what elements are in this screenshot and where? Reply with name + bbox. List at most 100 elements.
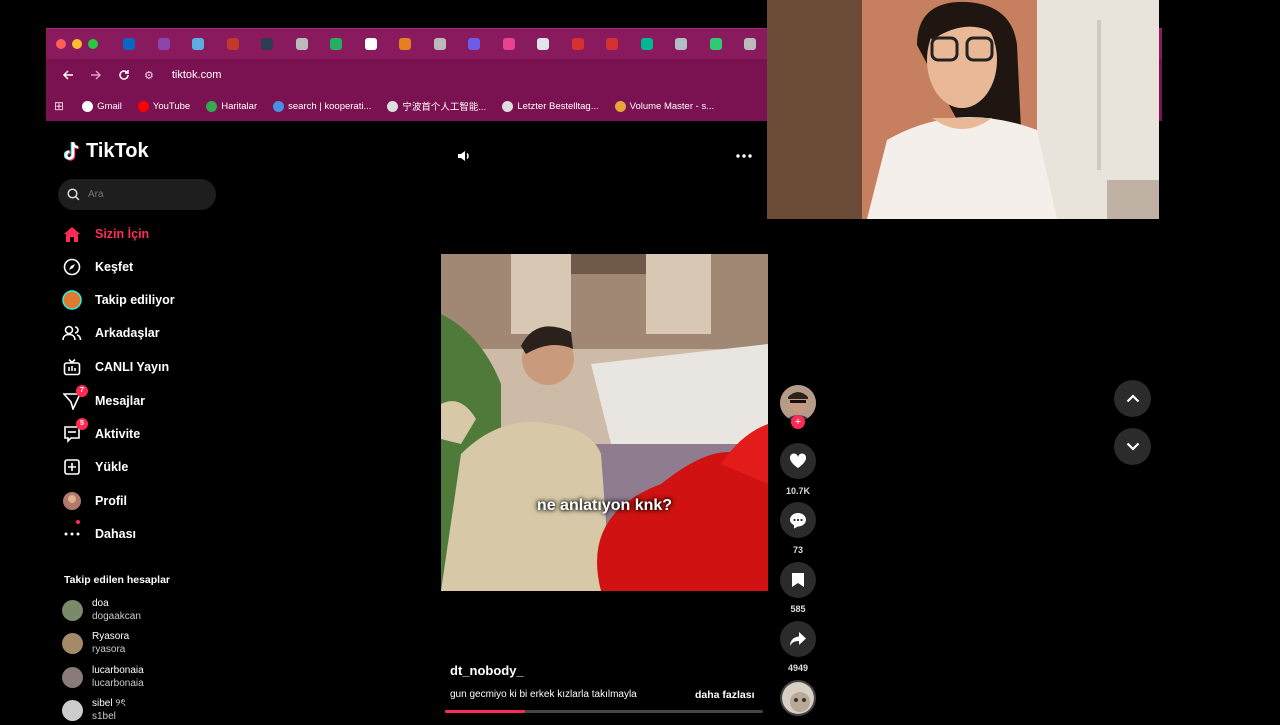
tab-favicon-icon	[537, 38, 550, 50]
bookmark-item[interactable]: 宁波首个人工智能...	[387, 99, 486, 113]
tab-favicon-icon	[606, 38, 619, 50]
browser-tab[interactable]	[388, 29, 423, 59]
sidebar-item-3[interactable]: Takip ediliyor	[62, 285, 222, 315]
maximize-window-button[interactable]	[88, 39, 98, 49]
site-info-icon[interactable]: ⚙	[144, 69, 154, 82]
music-disc[interactable]	[780, 680, 816, 716]
video-author[interactable]: dt_nobody_	[450, 663, 524, 678]
bookmark-item[interactable]: Haritalar	[206, 99, 257, 113]
sidebar-item-10[interactable]: Dahası	[62, 519, 222, 549]
like-button[interactable]	[780, 443, 816, 479]
minimize-window-button[interactable]	[72, 39, 82, 49]
following-account[interactable]: Ryasora ryasora	[62, 628, 222, 658]
browser-tab[interactable]	[285, 29, 320, 59]
comment-button[interactable]	[780, 502, 816, 538]
browser-tab[interactable]	[181, 29, 216, 59]
browser-tab[interactable]	[664, 29, 699, 59]
browser-tab[interactable]	[595, 29, 630, 59]
tab-favicon-icon	[640, 38, 653, 50]
browser-tab[interactable]	[354, 29, 389, 59]
browser-tab[interactable]	[630, 29, 665, 59]
follow-plus-button[interactable]: +	[791, 415, 805, 429]
tab-favicon-icon	[571, 38, 584, 50]
bookmark-item[interactable]: Gmail	[82, 99, 122, 113]
bookmark-item[interactable]: Volume Master - s...	[614, 99, 714, 113]
bookmark-label: Letzter Bestelltag...	[517, 100, 599, 112]
tab-favicon-icon	[123, 38, 136, 50]
reload-button[interactable]	[110, 61, 138, 89]
sidebar-item-label: Mesajlar	[95, 394, 146, 408]
sidebar-item-label: Sizin İçin	[95, 227, 150, 241]
tab-favicon-icon	[502, 38, 515, 50]
url-text[interactable]: tiktok.com	[172, 69, 222, 81]
browser-tab[interactable]	[423, 29, 458, 59]
browser-tab[interactable]	[561, 29, 596, 59]
home-icon	[62, 224, 82, 244]
tab-favicon-icon	[226, 38, 239, 50]
account-avatar	[62, 666, 83, 688]
share-button[interactable]	[780, 621, 816, 657]
back-button[interactable]	[54, 61, 82, 89]
sound-avatar-image	[782, 682, 814, 714]
sidebar-item-label: Arkadaşlar	[95, 326, 160, 340]
apps-grid-icon[interactable]: ⊞	[54, 99, 64, 113]
share-count: 4949	[787, 663, 809, 673]
browser-tab[interactable]	[526, 29, 561, 59]
save-button[interactable]	[780, 562, 816, 598]
more-icon	[62, 520, 82, 544]
activity-icon: 5	[62, 418, 88, 444]
webcam-overlay	[767, 0, 1159, 219]
sidebar-item-6[interactable]: 7 Mesajlar	[62, 385, 222, 416]
bookmark-item[interactable]: search | kooperati...	[273, 99, 371, 113]
bookmark-label: Haritalar	[221, 100, 258, 112]
comment-count: 73	[792, 545, 803, 555]
browser-tab[interactable]	[733, 29, 768, 59]
ellipsis-icon	[736, 154, 752, 158]
share-arrow-icon	[790, 632, 806, 646]
search-input[interactable]	[88, 189, 198, 200]
tab-favicon-icon	[709, 38, 722, 50]
volume-icon	[614, 100, 626, 112]
sidebar-item-5[interactable]: CANLI Yayın	[62, 352, 222, 382]
video-player[interactable]: ne anlatıyon knk?	[441, 254, 768, 591]
video-caption: ne anlatıyon knk?	[536, 497, 673, 514]
browser-tab[interactable]	[250, 29, 285, 59]
browser-tab[interactable]	[699, 29, 734, 59]
video-progress-bar[interactable]	[445, 710, 763, 713]
bookmark-item[interactable]: YouTube	[137, 99, 190, 113]
close-window-button[interactable]	[56, 39, 66, 49]
sidebar-item-label: Yükle	[95, 460, 129, 474]
forward-button[interactable]	[82, 61, 110, 89]
sidebar-item-4[interactable]: Arkadaşlar	[62, 318, 222, 348]
sidebar-item-2[interactable]: Keşfet	[62, 252, 222, 282]
more-options-button[interactable]	[736, 148, 752, 164]
account-name: Ryasora	[92, 631, 130, 642]
tiktok-logo[interactable]: TikTok	[64, 140, 149, 163]
browser-tab[interactable]	[492, 29, 527, 59]
account-name: sibel ୨ৎ	[92, 698, 126, 709]
tabs	[112, 29, 768, 59]
sidebar-item-7[interactable]: 5 Aktivite	[62, 418, 222, 449]
sidebar-item-1[interactable]: Sizin İçin	[62, 219, 222, 249]
browser-tab[interactable]	[457, 29, 492, 59]
sidebar-item-8[interactable]: Yükle	[62, 452, 222, 482]
account-username: lucarbonaia	[92, 678, 144, 689]
sidebar-item-9[interactable]: Profil	[62, 486, 222, 516]
next-video-button[interactable]	[1114, 428, 1151, 465]
see-more-link[interactable]: daha fazlası	[695, 689, 755, 701]
following-account[interactable]: doa dogaakcan	[62, 595, 222, 625]
following-account[interactable]: sibel ୨ৎ s1bel	[62, 695, 222, 725]
browser-tab[interactable]	[112, 29, 147, 59]
browser-tab[interactable]	[319, 29, 354, 59]
previous-video-button[interactable]	[1114, 380, 1151, 417]
browser-tab[interactable]	[216, 29, 251, 59]
search-box[interactable]	[58, 179, 216, 210]
volume-button[interactable]	[456, 148, 472, 164]
chevron-up-icon	[1126, 394, 1139, 403]
browser-tab[interactable]	[147, 29, 182, 59]
tab-favicon-icon	[364, 38, 377, 50]
bookmark-item[interactable]: Letzter Bestelltag...	[502, 99, 599, 113]
following-account[interactable]: lucarbonaia lucarbonaia	[62, 662, 222, 692]
bookmark-label: search | kooperati...	[288, 100, 372, 112]
account-avatar	[62, 632, 83, 654]
